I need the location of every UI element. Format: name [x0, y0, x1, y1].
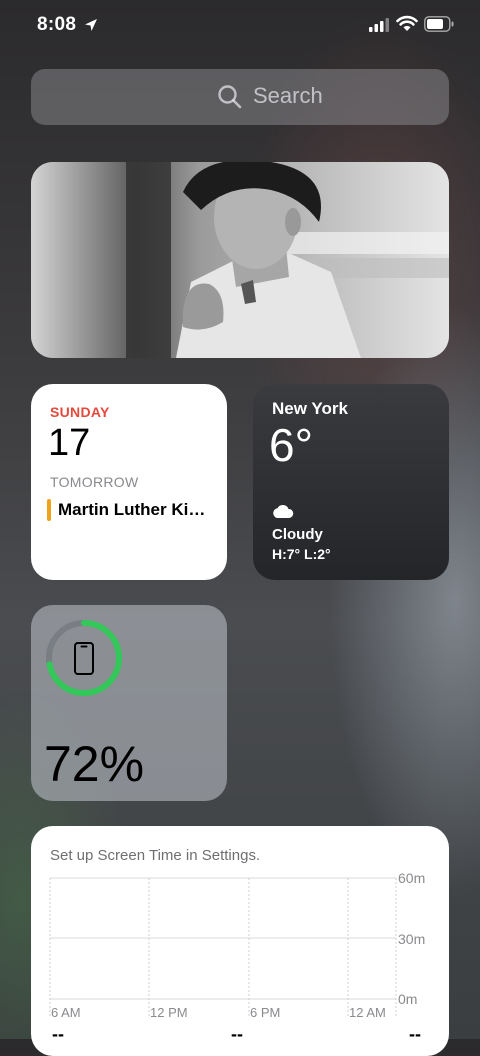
- search-input[interactable]: Search: [253, 83, 323, 109]
- x-tick-label: 12 PM: [150, 1005, 188, 1020]
- screen-time-value: --: [409, 1024, 421, 1044]
- calendar-event-title: Martin Luther Ki…: [58, 500, 206, 519]
- status-time: 8:08: [37, 14, 77, 35]
- y-tick-label: 30m: [398, 931, 425, 947]
- search-icon: [218, 85, 242, 109]
- battery-icon: [424, 16, 454, 32]
- battery-ring: [46, 620, 122, 696]
- location-arrow-icon: [85, 19, 97, 31]
- calendar-day: SUNDAY: [50, 404, 110, 420]
- battery-percentage: 72%: [44, 736, 145, 792]
- screen-time-chart: 60m 30m 0m 6 AM 12 PM 6 PM 12 AM -- -- -…: [49, 870, 425, 1044]
- calendar-date: 17: [48, 422, 91, 464]
- weather-temperature: 6°: [269, 419, 313, 471]
- x-tick-label: 6 PM: [250, 1005, 280, 1020]
- screen-time-widget[interactable]: Set up Screen Time in Settings. 60m 30m …: [31, 826, 449, 1056]
- event-color-bar: [47, 499, 51, 521]
- screen-time-value: --: [231, 1024, 243, 1044]
- calendar-widget[interactable]: SUNDAY 17 TOMORROW Martin Luther Ki…: [31, 384, 227, 580]
- weather-widget[interactable]: New York 6° Cloudy H:7° L:2°: [253, 384, 449, 580]
- weather-condition: Cloudy: [272, 526, 323, 543]
- photo-widget[interactable]: [31, 162, 449, 358]
- batteries-widget[interactable]: 72%: [31, 605, 227, 801]
- screen-time-value: --: [52, 1024, 64, 1044]
- calendar-section-label: TOMORROW: [50, 474, 139, 490]
- photo-image: [31, 162, 449, 358]
- iphone-icon: [74, 642, 94, 675]
- status-bar: 8:08: [0, 0, 480, 52]
- cellular-signal-icon: [369, 18, 389, 32]
- y-tick-label: 60m: [398, 870, 425, 886]
- x-tick-label: 12 AM: [349, 1005, 386, 1020]
- y-tick-label: 0m: [398, 991, 417, 1007]
- x-tick-label: 6 AM: [51, 1005, 81, 1020]
- search-bar[interactable]: Search: [31, 69, 449, 125]
- weather-high-low: H:7° L:2°: [272, 546, 331, 562]
- cloud-icon: [273, 504, 294, 518]
- wifi-icon: [396, 15, 418, 31]
- weather-city: New York: [272, 399, 348, 418]
